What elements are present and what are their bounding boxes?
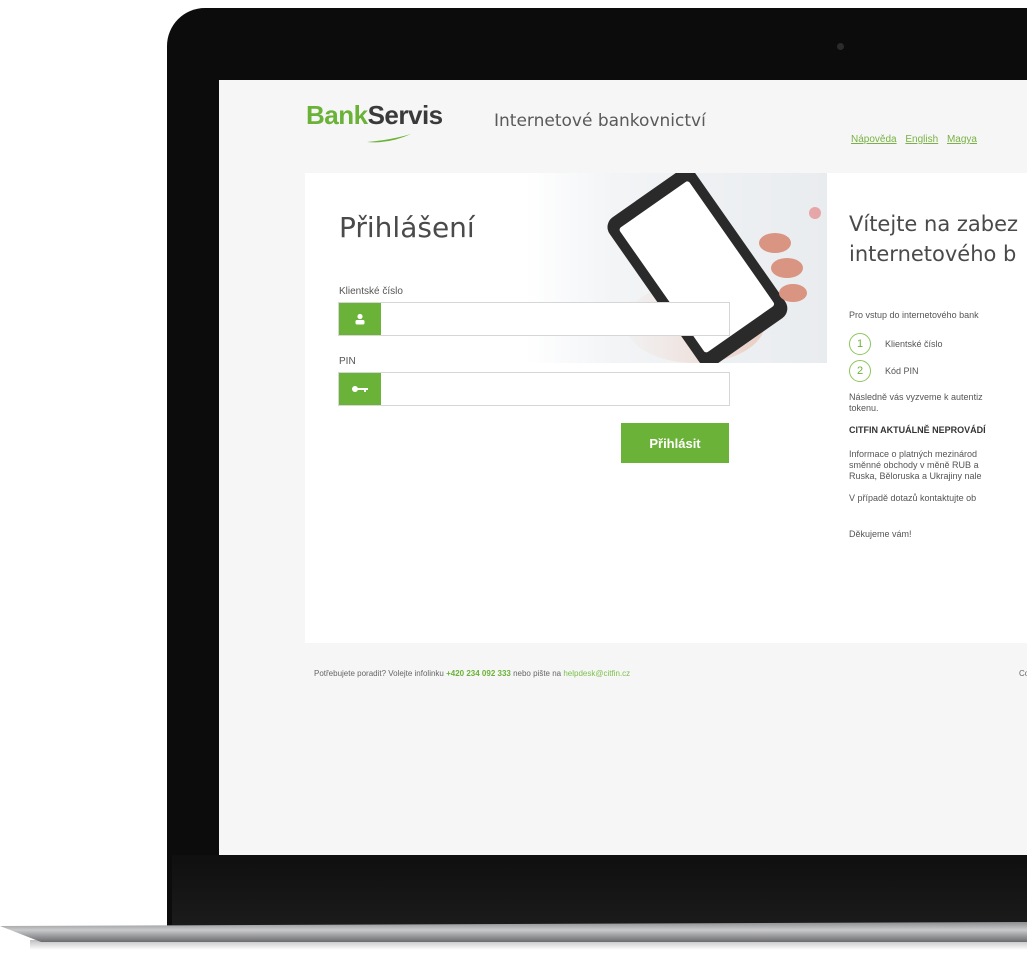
thanks-text: Děkujeme vám!	[849, 529, 912, 539]
notice-line-2: směnné obchody v měně RUB a	[849, 460, 979, 470]
welcome-line-2: internetového b	[849, 242, 1017, 266]
logo-text-bank: Bank	[306, 100, 368, 130]
bankservis-logo[interactable]: BankServis	[306, 100, 443, 131]
pin-label: PIN	[339, 356, 356, 367]
footer-middle: nebo pište na	[513, 669, 562, 678]
browser-screen: BankServis Internetové bankovnictví Nápo…	[219, 80, 1027, 855]
logo-text-servis: Servis	[367, 100, 444, 130]
footer-prefix: Potřebujete poradit? Volejte infolinku	[314, 669, 444, 678]
auth-text-line-1: Následně vás vyzveme k autentiz	[849, 392, 983, 402]
link-magyar[interactable]: Magya	[947, 134, 977, 145]
footer-phone-link[interactable]: +420 234 092 333	[446, 669, 511, 678]
pin-input[interactable]	[381, 373, 729, 405]
info-panel: Vítejte na zabez internetového b Pro vst…	[827, 173, 1027, 643]
intro-text: Pro vstup do internetového bank	[849, 310, 979, 320]
notice-line-3: Ruska, Běloruska a Ukrajiny nale	[849, 471, 982, 481]
login-button[interactable]: Přihlásit	[621, 423, 729, 463]
client-number-input[interactable]	[381, 303, 729, 335]
step-number-circle: 1	[849, 333, 871, 355]
bezel-bottom	[172, 855, 1027, 925]
pin-field	[338, 372, 730, 406]
login-panel: Přihlášení Klientské číslo PIN Přihlásit	[305, 173, 827, 643]
logo-swoosh-icon	[367, 134, 411, 143]
step-label: Kód PIN	[885, 366, 919, 376]
welcome-heading: Vítejte na zabez internetového b	[849, 209, 1027, 269]
user-icon	[339, 303, 381, 335]
client-number-label: Klientské číslo	[339, 286, 403, 297]
laptop-base	[0, 922, 1027, 942]
footer-help: Potřebujete poradit? Volejte infolinku +…	[314, 669, 630, 678]
camera-dot	[837, 43, 844, 50]
step-2: 2 Kód PIN	[849, 360, 919, 382]
step-label: Klientské číslo	[885, 339, 943, 349]
top-links: Nápověda English Magya	[851, 134, 983, 145]
step-number-circle: 2	[849, 360, 871, 382]
welcome-line-1: Vítejte na zabez	[849, 212, 1019, 236]
auth-text-line-2: tokenu.	[849, 403, 879, 413]
footer-copyright: Co	[1019, 669, 1027, 678]
key-icon	[339, 373, 381, 405]
login-title: Přihlášení	[339, 211, 475, 244]
footer-email-link[interactable]: helpdesk@citfin.cz	[563, 669, 630, 678]
notice-line-1: Informace o platných mezinárod	[849, 449, 978, 459]
link-english[interactable]: English	[905, 134, 938, 145]
contact-text: V případě dotazů kontaktujte ob	[849, 493, 977, 503]
site-tagline: Internetové bankovnictví	[494, 111, 706, 131]
step-1: 1 Klientské číslo	[849, 333, 943, 355]
client-number-field	[338, 302, 730, 336]
warning-heading: CITFIN AKTUÁLNĚ NEPROVÁDÍ	[849, 425, 986, 435]
link-help[interactable]: Nápověda	[851, 134, 897, 145]
